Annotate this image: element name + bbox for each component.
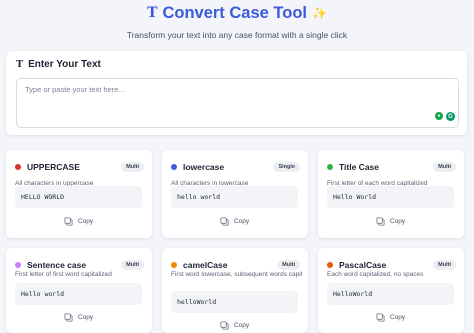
copy-icon [64, 216, 73, 226]
grammar-extension-icon[interactable]: ● [435, 112, 443, 120]
mode-badge: Multi [433, 162, 456, 172]
card-header: Title Case Multi [327, 161, 456, 173]
copy-button[interactable]: Copy [327, 310, 454, 324]
copy-button[interactable]: Copy [15, 310, 142, 324]
preview-output: helloWorld [171, 291, 298, 313]
copy-label: Copy [389, 313, 406, 321]
card-header: UPPERCASE Multi [15, 161, 144, 173]
case-card-titlecase: Title Case Multi First letter of each wo… [318, 150, 464, 238]
copy-button[interactable]: Copy [15, 214, 142, 228]
mode-badge: Single [273, 162, 300, 172]
color-dot [15, 262, 21, 268]
copy-label: Copy [77, 313, 94, 321]
copy-label: Copy [233, 217, 250, 225]
case-card-pascalcase: PascalCase Multi Each word capitalized, … [318, 248, 464, 333]
card-title: camelCase [183, 260, 228, 270]
card-title: Title Case [339, 162, 380, 172]
color-dot [171, 164, 177, 170]
copy-button[interactable]: Copy [171, 318, 298, 332]
preview-output: HelloWorld [327, 283, 454, 305]
color-dot [15, 164, 21, 170]
mode-badge: Multi [433, 260, 456, 270]
copy-icon [220, 320, 229, 330]
text-t-icon: T [147, 5, 158, 21]
copy-icon [376, 312, 385, 322]
app-header: T Convert Case Tool ✨ Transform your tex… [0, 0, 474, 46]
input-label-row: T Enter Your Text [16, 59, 101, 70]
copy-label: Copy [77, 217, 94, 225]
preview-output: Hello World [327, 186, 454, 208]
copy-button[interactable]: Copy [171, 214, 298, 228]
card-description: First word lowercase, subsequent words c… [171, 271, 302, 278]
color-dot [327, 164, 333, 170]
mode-badge: Multi [121, 260, 144, 270]
grammarly-icon[interactable]: G [446, 112, 455, 121]
text-t-icon: T [16, 59, 24, 70]
title-row: T Convert Case Tool ✨ [0, 4, 474, 22]
preview-output: HELLO WORLD [15, 186, 142, 208]
text-input-card: T Enter Your Text ● G [6, 51, 467, 135]
case-card-sentencecase: Sentence case Multi First letter of firs… [6, 248, 152, 333]
case-card-camelcase: camelCase Multi First word lowercase, su… [162, 248, 308, 333]
preview-output: hello world [171, 186, 298, 208]
case-card-lowercase: lowercase Single All characters in lower… [162, 150, 308, 238]
text-input-field[interactable] [16, 78, 459, 128]
card-description: Each word capitalized, no spaces [327, 271, 424, 278]
mode-badge: Multi [121, 162, 144, 172]
copy-icon [376, 216, 385, 226]
preview-output: Hello world [15, 283, 142, 305]
card-header: lowercase Single [171, 161, 300, 173]
mode-badge: Multi [277, 260, 300, 270]
card-title: PascalCase [339, 260, 387, 270]
color-dot [327, 262, 333, 268]
card-description: First letter of first word capitalized [15, 271, 112, 278]
card-title: UPPERCASE [27, 162, 80, 172]
color-dot [171, 262, 177, 268]
copy-icon [64, 312, 73, 322]
copy-icon [220, 216, 229, 226]
card-title: lowercase [183, 162, 225, 172]
input-label: Enter Your Text [28, 59, 101, 70]
sparkle-icon: ✨ [312, 6, 327, 20]
copy-label: Copy [389, 217, 406, 225]
copy-button[interactable]: Copy [327, 214, 454, 228]
page-subtitle: Transform your text into any case format… [126, 30, 348, 40]
card-title: Sentence case [27, 260, 87, 270]
extension-icons: ● G [435, 112, 455, 121]
page-title: Convert Case Tool [162, 4, 308, 22]
copy-label: Copy [233, 321, 250, 329]
case-card-uppercase: UPPERCASE Multi All characters in upperc… [6, 150, 152, 238]
